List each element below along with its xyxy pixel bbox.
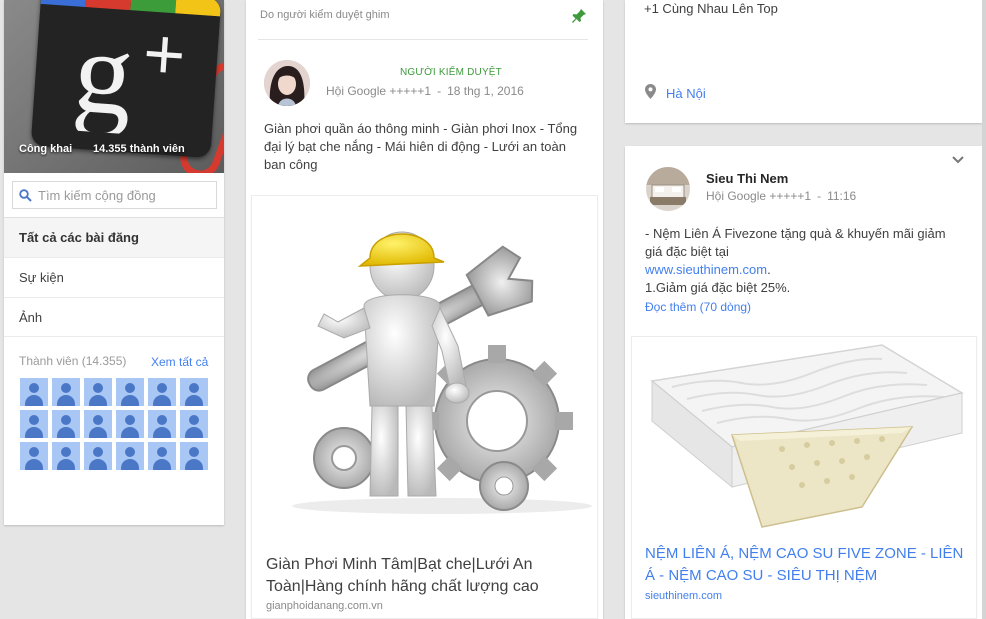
post-group[interactable]: Hội Google +++++1 [706,189,811,203]
post-body: - Nệm Liên Á Fivezone tặng quà & khuyến … [645,225,965,297]
member-avatar-icon[interactable] [20,378,48,406]
member-avatar-icon[interactable] [20,442,48,470]
divider [258,39,588,40]
post-location[interactable]: Hà Nội [666,86,706,101]
member-avatar-icon[interactable] [84,410,112,438]
search-input[interactable] [38,187,208,203]
avatar-photo-icon [264,60,310,106]
member-avatar-icon[interactable] [52,442,80,470]
post-body: Giàn phơi quần áo thông minh - Giàn phơi… [264,121,578,172]
google-plus-logo: g + [30,0,222,159]
member-avatar-grid [20,378,212,470]
nav-all-posts[interactable]: Tất cả các bài đăng [4,217,224,257]
member-avatar-icon[interactable] [180,442,208,470]
read-more-link[interactable]: Đọc thêm (70 dòng) [645,300,751,314]
svg-text:+: + [141,13,189,96]
member-avatar-icon[interactable] [148,410,176,438]
member-avatar-icon[interactable] [52,410,80,438]
link-preview-card[interactable]: NỆM LIÊN Á, NỆM CAO SU FIVE ZONE - LIÊN … [631,336,977,619]
svg-text:g: g [70,11,138,140]
post-card: Sieu Thi Nem Hội Google +++++1-11:16 - N… [625,146,982,619]
post-group[interactable]: Hội Google +++++1 [326,84,431,98]
member-avatar-icon[interactable] [180,410,208,438]
author-avatar[interactable] [646,167,690,211]
community-sidebar: g + Công khai 14.355 thành viên Tất cả c… [4,0,224,525]
link-preview-title[interactable]: NỆM LIÊN Á, NỆM CAO SU FIVE ZONE - LIÊN … [645,543,965,587]
chevron-down-icon[interactable] [952,156,964,164]
g-plus-icon: g + [70,11,189,140]
author-avatar[interactable] [264,60,310,106]
member-avatar-icon[interactable] [116,410,144,438]
member-avatar-icon[interactable] [148,378,176,406]
meta-separator: - [817,189,822,203]
nav-photos[interactable]: Ảnh [4,297,224,337]
link-preview-domain: gianphoidanang.com.vn [266,600,383,612]
scrollbar-track[interactable] [982,0,986,619]
post-text: +1 Cùng Nhau Lên Top [644,1,778,16]
member-avatar-icon[interactable] [116,378,144,406]
pin-icon[interactable] [571,8,587,24]
search-icon [19,188,32,202]
bedroom-avatar-icon [646,167,690,211]
mattress-image [632,337,976,533]
post-meta: Hội Google +++++1-18 thg 1, 2016 [326,84,530,98]
community-cover[interactable]: g + Công khai 14.355 thành viên [4,0,224,173]
worker-with-gears-image [292,231,592,514]
moderator-badge: NGƯỜI KIỂM DUYỆT [400,67,502,78]
member-avatar-icon[interactable] [116,442,144,470]
community-visibility: Công khai [19,143,73,155]
members-heading: Thành viên (14.355) [19,354,127,368]
member-avatar-icon[interactable] [148,442,176,470]
see-all-members-link[interactable]: Xem tất cả [151,355,208,369]
member-avatar-icon[interactable] [20,410,48,438]
post-body-line: - Nệm Liên Á Fivezone tặng quà & khuyến … [645,226,946,259]
post-body-line: 1.Giảm giá đặc biệt 25%. [645,280,791,295]
previous-post-card: +1 Cùng Nhau Lên Top Hà Nội [625,0,982,123]
member-avatar-icon[interactable] [180,378,208,406]
community-member-count[interactable]: 14.355 thành viên [93,143,185,155]
pinned-note: Do người kiểm duyệt ghim [260,9,390,21]
location-icon [645,84,656,99]
post-meta: Hội Google +++++1-11:16 [706,189,862,203]
link-preview-title[interactable]: Giàn Phơi Minh Tâm|Bạt che|Lưới An Toàn|… [266,554,586,598]
link-preview-image[interactable] [252,196,597,531]
link-preview-domain[interactable]: sieuthinem.com [645,590,722,602]
nav-events[interactable]: Sự kiện [4,257,224,297]
member-avatar-icon[interactable] [84,442,112,470]
member-avatar-icon[interactable] [84,378,112,406]
member-avatar-icon[interactable] [52,378,80,406]
post-body-link[interactable]: www.sieuthinem.com [645,262,767,277]
pinned-post-card: Do người kiểm duyệt ghim NGƯỜI KIỂM DUYỆ… [246,0,603,619]
author-name[interactable]: Sieu Thi Nem [706,171,788,186]
post-date[interactable]: 18 thg 1, 2016 [447,84,524,98]
link-preview-image[interactable] [632,337,976,533]
link-preview-card[interactable]: Giàn Phơi Minh Tâm|Bạt che|Lưới An Toàn|… [251,195,598,619]
meta-separator: - [437,84,442,98]
post-time[interactable]: 11:16 [827,189,856,203]
community-search[interactable] [12,181,217,209]
